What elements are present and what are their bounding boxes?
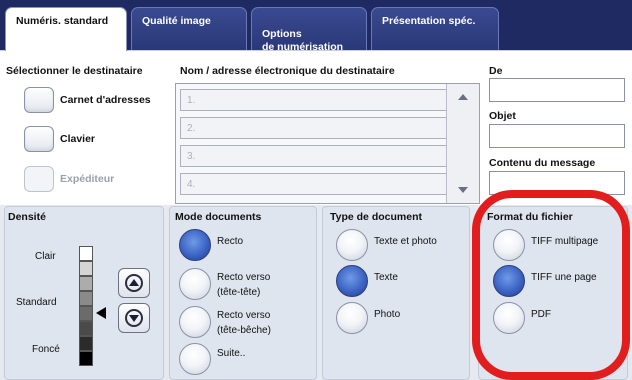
tab-label: Qualité image xyxy=(142,15,211,27)
recto-label: Recto xyxy=(217,236,244,247)
density-bar xyxy=(79,351,93,366)
recipient-row[interactable]: 4. xyxy=(180,173,447,195)
density-bar xyxy=(79,276,93,291)
recto-verso-tete-tete-radio[interactable] xyxy=(179,268,211,300)
tab-label: Numéris. standard xyxy=(16,15,109,27)
recipient-row[interactable]: 1. xyxy=(180,89,447,111)
objet-field[interactable] xyxy=(489,124,625,148)
density-bar xyxy=(79,261,93,276)
expediteur-button[interactable] xyxy=(24,166,54,192)
arrow-down-icon xyxy=(125,309,143,327)
texte-et-photo-label: Texte et photo xyxy=(374,236,437,247)
recto-radio[interactable] xyxy=(179,229,211,261)
scroll-up-icon[interactable] xyxy=(458,94,468,100)
recipient-list: 1. 2. 3. 4. xyxy=(175,83,480,204)
texte-radio[interactable] xyxy=(336,265,368,297)
scrollbar[interactable] xyxy=(446,84,479,203)
recto-verso-tete-beche-label: Recto verso (tête-bêche) xyxy=(217,310,271,336)
suite-label: Suite.. xyxy=(217,348,246,359)
scroll-down-icon[interactable] xyxy=(458,187,468,193)
density-bar xyxy=(79,321,93,336)
photo-radio[interactable] xyxy=(336,302,368,334)
recipients-heading: Nom / adresse électronique du destinatai… xyxy=(180,65,395,77)
density-bar xyxy=(79,306,93,321)
de-field[interactable] xyxy=(489,78,625,102)
mode-documents-heading: Mode documents xyxy=(175,211,262,223)
tab-presentation-spec[interactable]: Présentation spéc. xyxy=(371,7,499,50)
objet-label: Objet xyxy=(489,110,516,122)
recto-verso-tete-beche-radio[interactable] xyxy=(179,306,211,338)
recipient-row[interactable]: 3. xyxy=(180,145,447,167)
density-pointer-icon xyxy=(96,307,106,319)
density-bar xyxy=(79,336,93,351)
photo-label: Photo xyxy=(374,309,401,320)
destination-heading: Sélectionner le destinataire xyxy=(6,65,143,77)
recipient-row[interactable]: 2. xyxy=(180,117,447,139)
standard-label: Standard xyxy=(16,297,57,308)
tab-options-numerisation[interactable]: Options de numérisation xyxy=(251,7,367,53)
clair-label: Clair xyxy=(35,251,56,262)
density-up-button[interactable] xyxy=(118,268,150,298)
de-label: De xyxy=(489,65,503,77)
carnet-adresses-label: Carnet d'adresses xyxy=(60,94,151,106)
expediteur-label: Expéditeur xyxy=(60,173,115,185)
density-bar xyxy=(79,291,93,306)
suite-radio[interactable] xyxy=(179,343,211,375)
highlight-circle xyxy=(472,190,630,380)
density-bar xyxy=(79,246,93,261)
tab-qualite-image[interactable]: Qualité image xyxy=(131,7,247,50)
recto-verso-tete-tete-label: Recto verso (tête-tête) xyxy=(217,272,271,298)
fonce-label: Foncé xyxy=(32,344,60,355)
type-document-heading: Type de document xyxy=(330,211,422,223)
texte-label: Texte xyxy=(374,272,398,283)
densite-heading: Densité xyxy=(8,211,46,223)
arrow-up-icon xyxy=(125,274,143,292)
clavier-label: Clavier xyxy=(60,133,96,145)
tab-numeris-standard[interactable]: Numéris. standard xyxy=(5,7,127,51)
contenu-label: Contenu du message xyxy=(489,157,596,169)
density-down-button[interactable] xyxy=(118,303,150,333)
tab-bar: Numéris. standard Qualité image Options … xyxy=(0,0,632,53)
tab-label: Présentation spéc. xyxy=(382,15,476,27)
carnet-adresses-button[interactable] xyxy=(24,87,54,113)
clavier-button[interactable] xyxy=(24,126,54,152)
texte-et-photo-radio[interactable] xyxy=(336,229,368,261)
